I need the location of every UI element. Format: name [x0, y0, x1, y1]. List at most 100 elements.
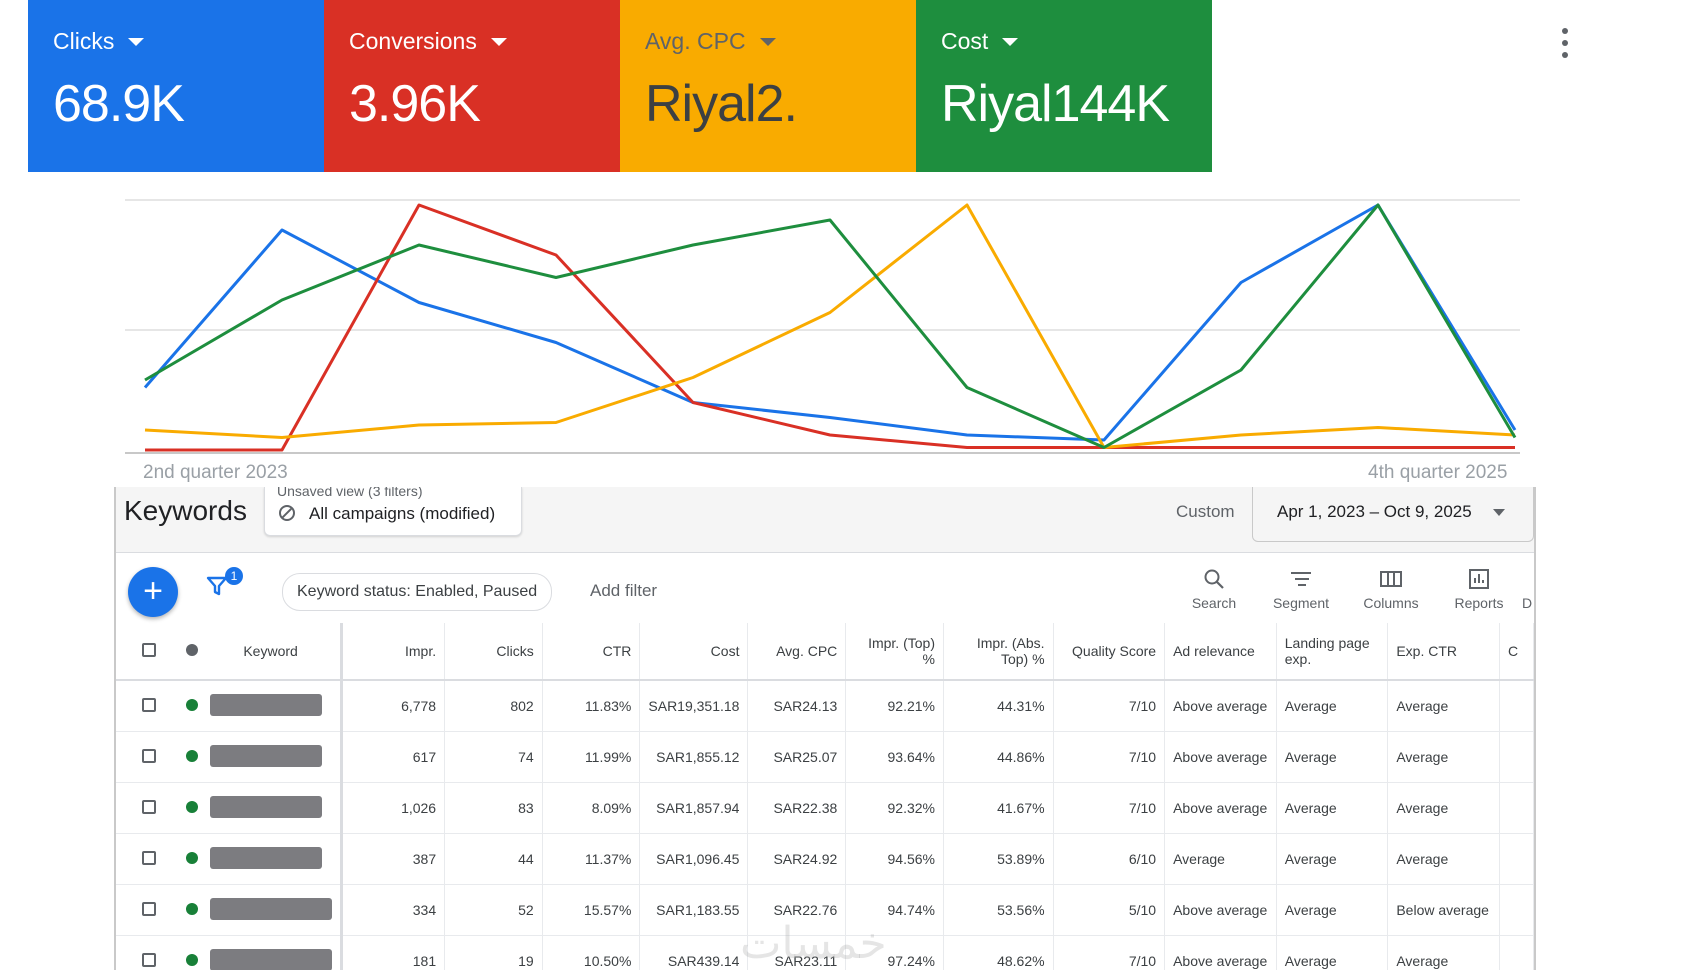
status-column-icon	[181, 623, 202, 681]
clicks-cell: 44	[444, 833, 543, 885]
column-header-exp-ctr[interactable]: Exp. CTR	[1387, 623, 1500, 681]
column-header-landing-page[interactable]: Landing page exp.	[1276, 623, 1389, 681]
row-checkbox[interactable]	[116, 782, 182, 834]
scorecard-cost[interactable]: Cost Riyal144K	[916, 0, 1212, 172]
filter-chip-keyword-status[interactable]: Keyword status: Enabled, Paused	[282, 573, 553, 611]
panel-header: Keywords Unsaved view (3 filters) All ca…	[116, 487, 1534, 553]
search-tool-button[interactable]: Search	[1186, 567, 1242, 611]
overflow-cell	[1499, 833, 1534, 885]
exp-ctr-cell: Average	[1387, 833, 1500, 885]
segment-tool-button[interactable]: Segment	[1266, 567, 1336, 611]
impr-top-cell: 94.56%	[845, 833, 944, 885]
exp-ctr-cell: Average	[1387, 935, 1500, 970]
campaign-filter-icon	[279, 505, 295, 521]
keyword-cell-redacted[interactable]	[201, 782, 343, 834]
table-header-row: Keyword Impr. Clicks CTR Cost Avg. CPC I…	[116, 623, 1534, 681]
impr-cell: 617	[341, 731, 446, 783]
landing-page-cell: Average	[1276, 884, 1389, 936]
caret-down-icon[interactable]	[1002, 37, 1019, 46]
overflow-cell	[1499, 935, 1534, 970]
landing-page-cell: Average	[1276, 731, 1389, 783]
scorecard-label[interactable]: Clicks	[53, 28, 145, 55]
table-row[interactable]: 6,778 802 11.83% SAR19,351.18 SAR24.13 92.21%…	[116, 680, 1534, 732]
scorecard-label[interactable]: Avg. CPC	[645, 28, 776, 55]
date-mode-label: Custom	[1176, 502, 1235, 521]
impr-abs-top-cell: 48.62%	[943, 935, 1054, 970]
status-dot	[181, 731, 202, 783]
exp-ctr-cell: Average	[1387, 782, 1500, 834]
column-header-quality-score[interactable]: Quality Score	[1053, 623, 1166, 681]
keyword-cell-redacted[interactable]	[201, 731, 343, 783]
more-options-icon[interactable]	[1560, 28, 1570, 58]
scorecard-clicks[interactable]: Clicks 68.9K	[28, 0, 324, 172]
column-header-impr-abs-top[interactable]: Impr. (Abs. Top) %	[943, 623, 1054, 681]
view-selector[interactable]: Unsaved view (3 filters) All campaigns (…	[264, 487, 522, 536]
ad-relevance-cell: Average	[1164, 833, 1277, 885]
scorecard-label[interactable]: Cost	[941, 28, 1019, 55]
row-checkbox[interactable]	[116, 935, 182, 970]
impr-top-cell: 92.21%	[845, 680, 944, 732]
columns-tool-button[interactable]: Columns	[1356, 567, 1426, 611]
cost-cell: SAR1,857.94	[639, 782, 749, 834]
row-checkbox[interactable]	[116, 680, 182, 732]
impr-abs-top-cell: 41.67%	[943, 782, 1054, 834]
keyword-cell-redacted[interactable]	[201, 680, 343, 732]
keyword-cell-redacted[interactable]	[201, 884, 343, 936]
cost-cell: SAR1,096.45	[639, 833, 749, 885]
caret-down-icon[interactable]	[1493, 509, 1505, 516]
cost-cell: SAR19,351.18	[639, 680, 749, 732]
exp-ctr-cell: Average	[1387, 731, 1500, 783]
keyword-cell-redacted[interactable]	[201, 833, 343, 885]
impr-top-cell: 92.32%	[845, 782, 944, 834]
watermark-logo: خمسات	[740, 919, 887, 968]
status-dot	[181, 884, 202, 936]
ad-relevance-cell: Above average	[1164, 935, 1277, 970]
table-toolbar: + 1 Keyword status: Enabled, Paused Add …	[116, 553, 1534, 623]
avg-cpc-cell: SAR22.38	[747, 782, 847, 834]
add-keyword-button[interactable]: +	[128, 567, 178, 617]
column-header-ctr[interactable]: CTR	[542, 623, 641, 681]
landing-page-cell: Average	[1276, 680, 1389, 732]
column-header-clicks[interactable]: Clicks	[444, 623, 543, 681]
chart-series-line-2	[145, 203, 1515, 452]
scorecard-conversions[interactable]: Conversions 3.96K	[324, 0, 620, 172]
ctr-cell: 11.99%	[542, 731, 641, 783]
quality-score-cell: 6/10	[1053, 833, 1166, 885]
table-row[interactable]: 387 44 11.37% SAR1,096.45 SAR24.92 94.56% 53.8…	[116, 833, 1534, 885]
keyword-cell-redacted[interactable]	[201, 935, 343, 970]
column-header-more[interactable]: C	[1499, 623, 1534, 681]
column-header-impr-top[interactable]: Impr. (Top) %	[845, 623, 944, 681]
row-checkbox[interactable]	[116, 833, 182, 885]
performance-line-chart	[125, 199, 1520, 454]
column-header-cost[interactable]: Cost	[639, 623, 749, 681]
status-dot	[181, 680, 202, 732]
more-tool-button[interactable]: D	[1522, 595, 1534, 611]
table-row[interactable]: 617 74 11.99% SAR1,855.12 SAR25.07 93.64% 44.8…	[116, 731, 1534, 783]
column-header-ad-relevance[interactable]: Ad relevance	[1164, 623, 1277, 681]
column-header-keyword[interactable]: Keyword	[201, 623, 343, 681]
scorecard-avg-cpc[interactable]: Avg. CPC Riyal2.	[620, 0, 916, 172]
caret-down-icon[interactable]	[128, 37, 145, 46]
date-range-picker[interactable]: Apr 1, 2023 – Oct 9, 2025	[1252, 487, 1534, 542]
row-checkbox[interactable]	[116, 884, 182, 936]
column-header-impr[interactable]: Impr.	[341, 623, 446, 681]
tool-label: Reports	[1454, 595, 1504, 611]
columns-icon	[1380, 571, 1402, 587]
table-row[interactable]: 1,026 83 8.09% SAR1,857.94 SAR22.38 92.32% 41.…	[116, 782, 1534, 834]
reports-tool-button[interactable]: Reports	[1446, 567, 1512, 611]
ctr-cell: 11.83%	[542, 680, 641, 732]
metric-name: Clicks	[53, 28, 115, 54]
caret-down-icon[interactable]	[759, 37, 776, 46]
add-filter-link[interactable]: Add filter	[590, 581, 657, 601]
row-checkbox[interactable]	[116, 731, 182, 783]
caret-down-icon[interactable]	[490, 37, 507, 46]
column-header-avg-cpc[interactable]: Avg. CPC	[747, 623, 847, 681]
avg-cpc-cell: SAR25.07	[747, 731, 847, 783]
scorecard-label[interactable]: Conversions	[349, 28, 507, 55]
impr-abs-top-cell: 44.31%	[943, 680, 1054, 732]
chart-series-line-1	[143, 203, 1517, 442]
scorecard-value: 3.96K	[349, 75, 481, 133]
overflow-cell	[1499, 884, 1534, 936]
impr-cell: 181	[341, 935, 446, 970]
select-all-checkbox[interactable]	[116, 623, 182, 681]
